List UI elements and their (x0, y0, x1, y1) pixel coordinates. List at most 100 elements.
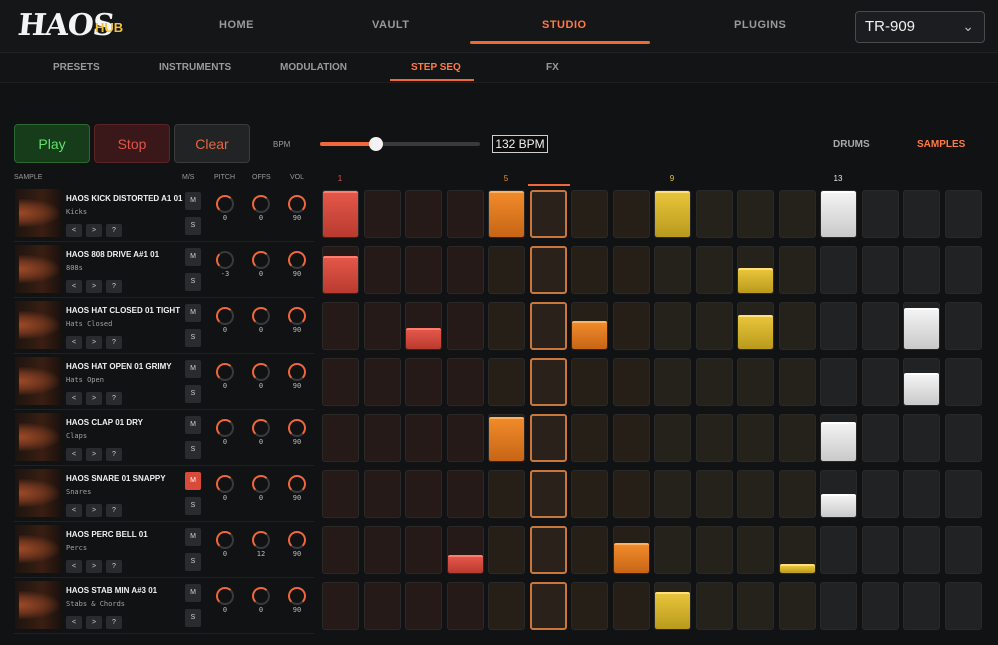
sample-help-button[interactable]: ? (106, 448, 122, 461)
step-cell[interactable] (696, 358, 733, 406)
step-cell[interactable] (862, 302, 899, 350)
vol-knob[interactable] (288, 363, 306, 381)
mute-button[interactable]: M (185, 304, 201, 322)
step-cell[interactable] (820, 302, 857, 350)
sample-prev-button[interactable]: < (66, 392, 82, 405)
step-cell[interactable] (862, 190, 899, 238)
step-cell[interactable] (737, 582, 774, 630)
step-cell[interactable] (405, 246, 442, 294)
solo-button[interactable]: S (185, 609, 201, 627)
pitch-knob[interactable] (216, 195, 234, 213)
step-cell[interactable] (530, 582, 567, 630)
sample-prev-button[interactable]: < (66, 280, 82, 293)
vol-knob[interactable] (288, 587, 306, 605)
step-cell[interactable] (405, 302, 442, 350)
mute-button[interactable]: M (185, 248, 201, 266)
step-cell[interactable] (613, 358, 650, 406)
step-cell[interactable] (654, 582, 691, 630)
bpm-slider[interactable] (320, 137, 480, 151)
step-cell[interactable] (654, 246, 691, 294)
step-cell[interactable] (737, 190, 774, 238)
step-cell[interactable] (488, 526, 525, 574)
step-cell[interactable] (903, 358, 940, 406)
step-cell[interactable] (654, 358, 691, 406)
step-cell[interactable] (862, 470, 899, 518)
step-cell[interactable] (530, 470, 567, 518)
sample-help-button[interactable]: ? (106, 280, 122, 293)
sample-thumbnail[interactable] (15, 413, 61, 461)
step-cell[interactable] (613, 526, 650, 574)
step-cell[interactable] (488, 190, 525, 238)
step-cell[interactable] (779, 358, 816, 406)
step-cell[interactable] (945, 414, 982, 462)
solo-button[interactable]: S (185, 329, 201, 347)
step-cell[interactable] (779, 246, 816, 294)
vol-knob[interactable] (288, 531, 306, 549)
step-cell[interactable] (405, 470, 442, 518)
step-cell[interactable] (571, 190, 608, 238)
step-cell[interactable] (530, 302, 567, 350)
mute-button[interactable]: M (185, 416, 201, 434)
tab-presets[interactable]: PRESETS (53, 62, 100, 73)
step-cell[interactable] (862, 582, 899, 630)
offs-knob[interactable] (252, 587, 270, 605)
solo-button[interactable]: S (185, 385, 201, 403)
step-cell[interactable] (488, 414, 525, 462)
step-cell[interactable] (322, 414, 359, 462)
tab-fx[interactable]: FX (546, 62, 559, 73)
step-cell[interactable] (613, 246, 650, 294)
sample-next-button[interactable]: > (86, 224, 102, 237)
step-cell[interactable] (613, 582, 650, 630)
step-cell[interactable] (820, 470, 857, 518)
sample-prev-button[interactable]: < (66, 504, 82, 517)
step-cell[interactable] (571, 246, 608, 294)
step-cell[interactable] (322, 246, 359, 294)
sample-next-button[interactable]: > (86, 448, 102, 461)
step-cell[interactable] (488, 302, 525, 350)
step-cell[interactable] (654, 470, 691, 518)
solo-button[interactable]: S (185, 553, 201, 571)
step-cell[interactable] (488, 246, 525, 294)
sample-thumbnail[interactable] (15, 245, 61, 293)
step-cell[interactable] (696, 470, 733, 518)
step-cell[interactable] (903, 302, 940, 350)
nav-plugins[interactable]: PLUGINS (734, 19, 786, 31)
mode-samples-button[interactable]: SAMPLES (917, 139, 965, 150)
sample-help-button[interactable]: ? (106, 560, 122, 573)
tab-instruments[interactable]: INSTRUMENTS (159, 62, 231, 73)
sample-next-button[interactable]: > (86, 336, 102, 349)
step-cell[interactable] (945, 358, 982, 406)
step-cell[interactable] (737, 470, 774, 518)
step-cell[interactable] (488, 470, 525, 518)
step-cell[interactable] (737, 358, 774, 406)
step-cell[interactable] (447, 358, 484, 406)
mode-drums-button[interactable]: DRUMS (833, 139, 870, 150)
pitch-knob[interactable] (216, 251, 234, 269)
step-cell[interactable] (530, 526, 567, 574)
step-cell[interactable] (696, 246, 733, 294)
step-cell[interactable] (364, 582, 401, 630)
sample-thumbnail[interactable] (15, 357, 61, 405)
solo-button[interactable]: S (185, 497, 201, 515)
nav-vault[interactable]: VAULT (372, 19, 410, 31)
step-cell[interactable] (530, 190, 567, 238)
pitch-knob[interactable] (216, 531, 234, 549)
solo-button[interactable]: S (185, 273, 201, 291)
solo-button[interactable]: S (185, 441, 201, 459)
sample-prev-button[interactable]: < (66, 336, 82, 349)
step-cell[interactable] (322, 526, 359, 574)
step-cell[interactable] (571, 302, 608, 350)
step-cell[interactable] (364, 470, 401, 518)
step-cell[interactable] (530, 246, 567, 294)
sample-prev-button[interactable]: < (66, 224, 82, 237)
step-cell[interactable] (696, 190, 733, 238)
step-cell[interactable] (820, 526, 857, 574)
step-cell[interactable] (364, 526, 401, 574)
step-cell[interactable] (405, 582, 442, 630)
step-cell[interactable] (862, 414, 899, 462)
sample-thumbnail[interactable] (15, 469, 61, 517)
step-cell[interactable] (696, 526, 733, 574)
step-cell[interactable] (322, 470, 359, 518)
sample-thumbnail[interactable] (15, 525, 61, 573)
tab-modulation[interactable]: MODULATION (280, 62, 347, 73)
